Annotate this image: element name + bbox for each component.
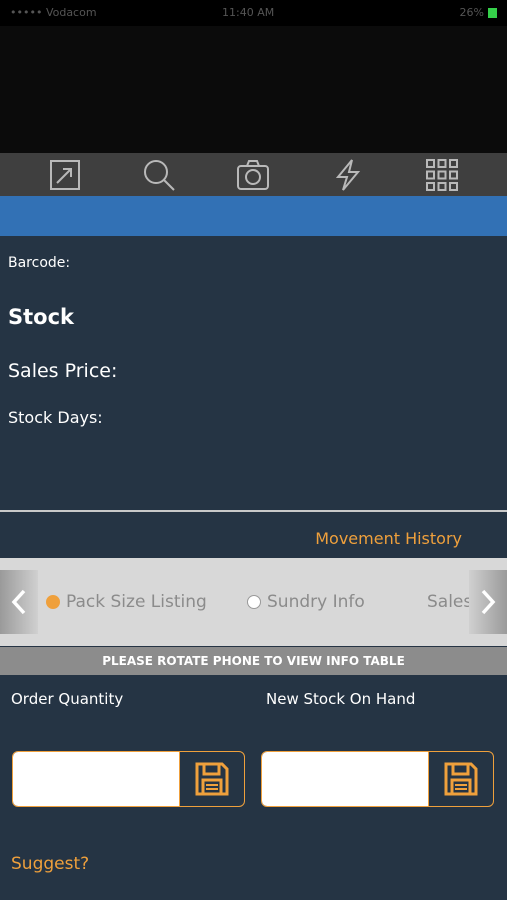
- save-new-stock-button[interactable]: [429, 752, 493, 806]
- camera-icon[interactable]: [233, 155, 273, 195]
- save-icon: [195, 762, 229, 796]
- suggest-link[interactable]: Suggest?: [11, 854, 89, 874]
- barcode-label: Barcode:: [8, 255, 71, 271]
- order-quantity-input[interactable]: [13, 752, 180, 806]
- camera-preview: [0, 26, 507, 153]
- toolbar: [0, 153, 507, 196]
- scroll-left-button[interactable]: [0, 570, 38, 634]
- stock-days-label: Stock Days:: [8, 408, 103, 427]
- new-stock-label: New Stock On Hand: [266, 690, 416, 708]
- order-quantity-label: Order Quantity: [11, 690, 124, 708]
- tab-label: Pack Size Listing: [66, 592, 207, 612]
- carrier-label: ••••• Vodacom: [10, 6, 97, 19]
- save-order-quantity-button[interactable]: [180, 752, 244, 806]
- new-stock-input[interactable]: [262, 752, 429, 806]
- info-tab-strip: Pack Size Listing Sundry Info Sales His: [0, 558, 507, 646]
- radio-unselected-icon: [247, 595, 261, 609]
- header-bar: [0, 196, 507, 236]
- flash-icon[interactable]: [328, 155, 368, 195]
- order-quantity-group: [12, 751, 245, 807]
- tab-sundry-info[interactable]: Sundry Info: [247, 592, 365, 612]
- radio-selected-icon: [46, 595, 60, 609]
- stock-title: Stock: [8, 305, 75, 329]
- sales-price-label: Sales Price:: [8, 360, 118, 382]
- save-icon: [444, 762, 478, 796]
- status-bar: ••••• Vodacom 11:40 AM 26%: [0, 0, 507, 26]
- tab-pack-size-listing[interactable]: Pack Size Listing: [46, 592, 207, 612]
- rotate-phone-banner: PLEASE ROTATE PHONE TO VIEW INFO TABLE: [0, 647, 507, 675]
- battery-icon: [488, 7, 497, 18]
- tab-label: Sundry Info: [267, 592, 365, 612]
- battery-percent: 26%: [459, 6, 484, 19]
- grid-menu-icon[interactable]: [422, 155, 462, 195]
- scroll-right-button[interactable]: [469, 570, 507, 634]
- movement-history-link[interactable]: Movement History: [315, 529, 462, 548]
- expand-icon[interactable]: [45, 155, 85, 195]
- search-icon[interactable]: [139, 155, 179, 195]
- divider: [0, 510, 507, 512]
- chevron-right-icon: [481, 589, 496, 615]
- new-stock-group: [261, 751, 494, 807]
- status-time: 11:40 AM: [222, 6, 275, 19]
- battery-indicator: 26%: [460, 6, 497, 19]
- chevron-left-icon: [11, 589, 26, 615]
